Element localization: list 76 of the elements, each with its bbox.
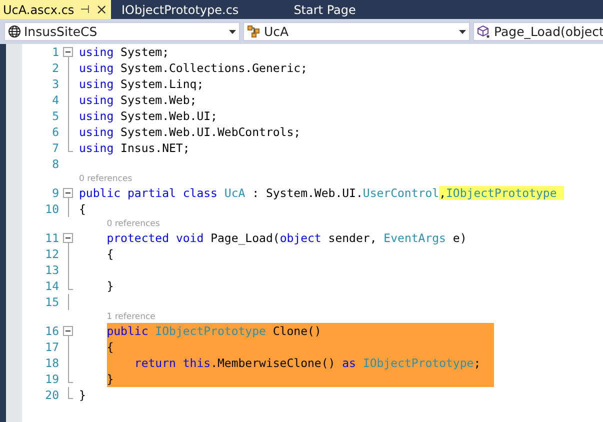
line-number: 18	[44, 356, 59, 370]
code-token: UcA	[224, 186, 246, 200]
line-number: 8	[51, 157, 59, 171]
class-icon	[247, 25, 261, 38]
code-token: UserControl	[362, 186, 440, 200]
line-number: 1	[51, 45, 59, 59]
code-token: EventArgs	[384, 231, 446, 245]
editor-tab[interactable]: Start Page	[290, 0, 360, 19]
code-token: Insus.NET;	[120, 141, 190, 155]
navigation-dropdown[interactable]: InsusSiteCS	[4, 22, 240, 41]
line-number: 17	[44, 340, 59, 354]
collapse-icon[interactable]	[63, 233, 73, 243]
code-token: }	[106, 279, 114, 293]
line-number: 7	[51, 141, 59, 155]
code-token: IObjectPrototype	[446, 186, 564, 200]
code-token: System.Collections.Generic;	[120, 61, 308, 75]
line-number: 16	[44, 324, 59, 338]
line-number: 10	[44, 202, 59, 216]
caret-icon	[229, 30, 236, 34]
close-icon[interactable]: ×	[96, 2, 108, 16]
code-token: IObjectPrototype	[362, 356, 474, 370]
collapse-icon[interactable]	[63, 188, 73, 198]
line-number: 14	[44, 279, 59, 293]
code-token: using	[79, 125, 114, 139]
code-token: }	[79, 388, 86, 402]
code-token: ;	[474, 356, 481, 370]
code-token: .MemberwiseClone()	[210, 356, 336, 370]
collapse-icon[interactable]	[63, 326, 73, 336]
code-token: public	[106, 324, 150, 338]
code-token: Clone()	[272, 324, 322, 338]
code-token: System.Web.UI.WebControls;	[120, 125, 301, 139]
code-token: return this	[133, 356, 211, 370]
line-number: 15	[44, 295, 59, 309]
code-token: }	[106, 372, 114, 386]
line-number: 12	[44, 247, 59, 261]
cube-icon	[477, 25, 491, 38]
code-token: IObjectPrototype	[155, 324, 266, 338]
code-token: public partial class	[79, 186, 218, 200]
code-token: using	[79, 141, 114, 155]
code-token: : System.Web.UI.	[251, 186, 363, 200]
editor-tab[interactable]: UcA.ascx.cs ⊣ ×	[0, 0, 110, 19]
caret-icon	[459, 30, 466, 34]
line-number: 5	[51, 109, 59, 123]
navigation-dropdown[interactable]: UcA	[243, 22, 470, 41]
code-token: using	[79, 61, 114, 75]
line-number: 2	[51, 61, 59, 75]
code-token: using	[79, 45, 114, 59]
line-number: 9	[51, 186, 59, 200]
line-number: 11	[44, 231, 59, 245]
pin-icon[interactable]: ⊣	[80, 4, 90, 15]
code-token: using	[79, 77, 114, 91]
collapse-icon[interactable]	[63, 47, 73, 57]
line-number: 6	[51, 125, 59, 139]
code-token: object	[280, 231, 322, 245]
line-number: 4	[51, 93, 59, 107]
editor-tab[interactable]: IObjectPrototype.cs	[118, 0, 243, 19]
code-token: System.Web;	[120, 93, 197, 107]
code-token: ,	[439, 186, 446, 200]
code-token: System.Web.UI;	[120, 109, 218, 123]
globe-icon	[8, 25, 21, 38]
code-token: {	[106, 247, 114, 261]
code-token: sender,	[327, 231, 378, 245]
code-token: {	[79, 202, 86, 216]
code-token: Page_Load(	[210, 231, 280, 245]
line-number: 13	[44, 263, 59, 277]
code-token: protected void	[106, 231, 204, 245]
code-token: System;	[120, 45, 170, 59]
line-number: 20	[44, 388, 59, 402]
line-number: 3	[51, 77, 59, 91]
line-number: 19	[44, 372, 59, 386]
code-token: {	[106, 340, 114, 354]
code-token: System.Linq;	[120, 77, 204, 91]
code-token: using	[79, 109, 114, 123]
code-token: e)	[452, 231, 467, 245]
code-token: as	[342, 356, 357, 370]
code-token: using	[79, 93, 114, 107]
